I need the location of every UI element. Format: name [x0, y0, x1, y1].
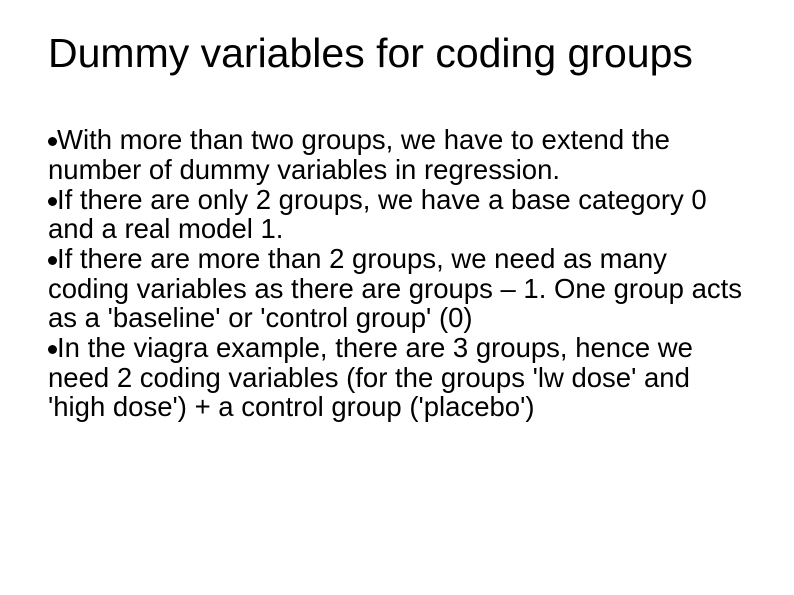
slide-title: Dummy variables for coding groups — [48, 30, 746, 77]
slide-body: With more than two groups, we have to ex… — [48, 125, 746, 422]
bullet-text: If there are more than 2 groups, we need… — [48, 243, 742, 333]
bullet-text: If there are only 2 groups, we have a ba… — [48, 184, 707, 245]
bullet-icon — [48, 137, 57, 146]
bullet-icon — [48, 345, 57, 354]
bullet-text: With more than two groups, we have to ex… — [48, 124, 670, 185]
bullet-icon — [48, 197, 57, 206]
bullet-text: In the viagra example, there are 3 group… — [48, 332, 693, 422]
slide: Dummy variables for coding groups With m… — [0, 0, 794, 595]
bullet-icon — [48, 256, 57, 265]
